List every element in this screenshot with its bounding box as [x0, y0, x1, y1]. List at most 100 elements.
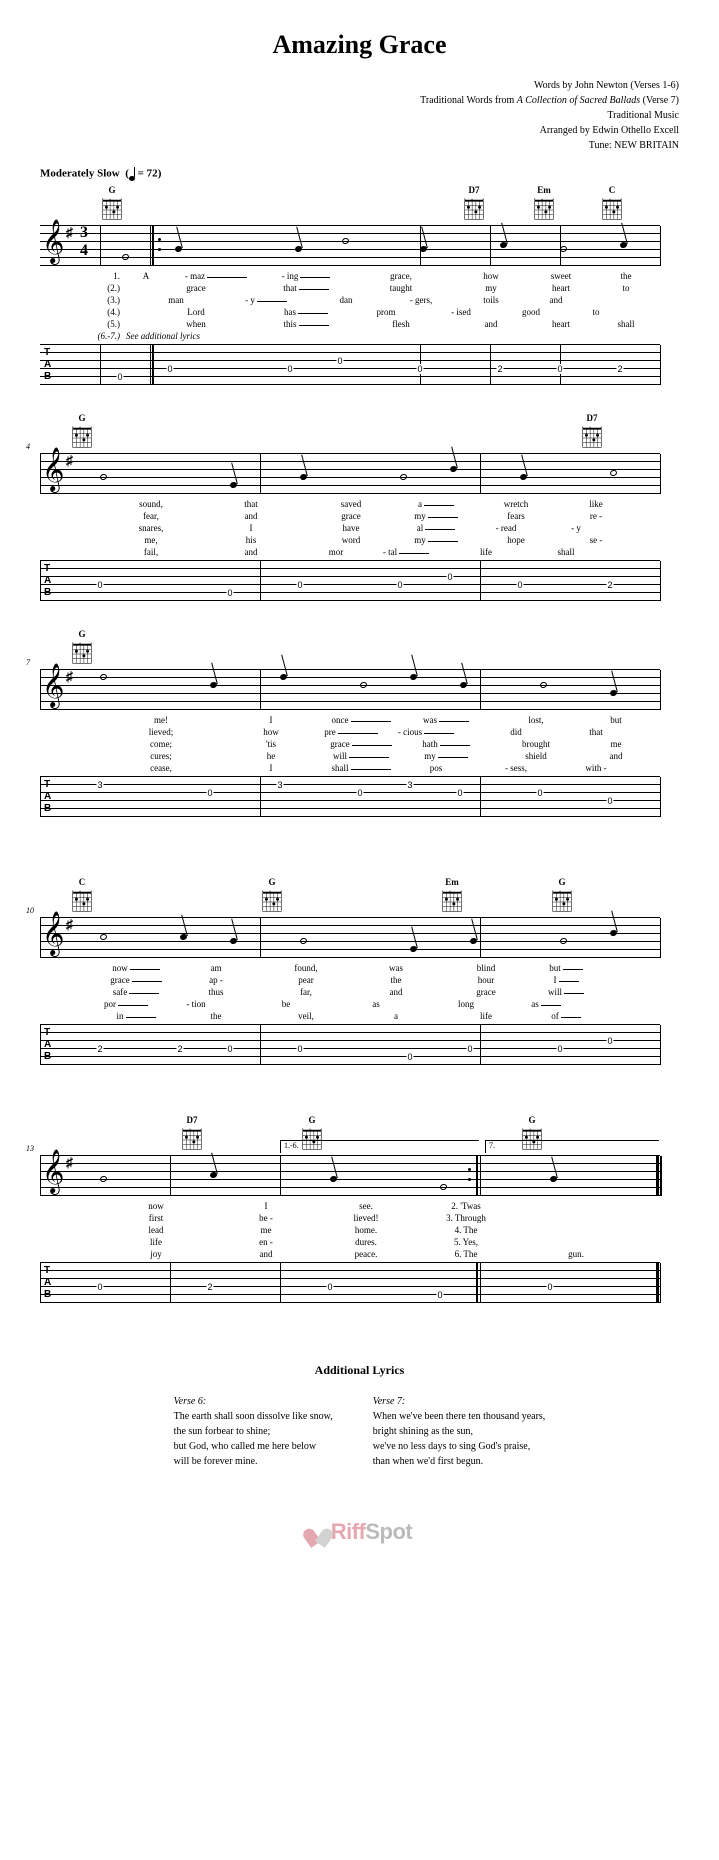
lyric-syllable: has	[266, 307, 346, 317]
note-head	[449, 465, 457, 473]
note-head	[469, 937, 477, 945]
note-head	[559, 937, 567, 945]
lyric-syllable: taught	[346, 283, 456, 293]
tab-fret-number: 2	[606, 580, 613, 590]
verse-7-block: Verse 7: When we've been there ten thous…	[373, 1394, 546, 1469]
lyric-syllable: my	[406, 511, 466, 521]
tab-fret-number: 0	[166, 364, 173, 374]
tab-clef-icon: TAB	[44, 779, 51, 815]
lyric-syllable: was	[406, 715, 486, 725]
lyric-syllable: me!	[96, 715, 226, 725]
lyric-syllable: fail,	[96, 547, 206, 557]
note-head	[209, 1171, 217, 1179]
chord-name: Em	[445, 877, 459, 887]
chord-name: D7	[469, 185, 480, 195]
chord-diagram: G	[260, 877, 284, 915]
lyric-syllable: sound,	[96, 499, 206, 509]
additional-lyrics: Additional Lyrics Verse 6: The earth sha…	[40, 1363, 679, 1469]
lyric-syllable: shall	[316, 763, 406, 773]
lyric-syllable: hath	[406, 739, 486, 749]
tab-staff: TAB30303000	[40, 776, 660, 817]
tab-clef-icon: TAB	[44, 347, 51, 383]
note-head	[99, 473, 107, 481]
notation-staff: 𝄞♯34	[40, 225, 660, 266]
note-head	[229, 937, 237, 945]
tab-fret-number: 2	[496, 364, 503, 374]
lyric-syllable: grace,	[346, 271, 456, 281]
tab-fret-number: 0	[606, 1036, 613, 1046]
chord-name: C	[609, 185, 616, 195]
lyric-syllable: of	[536, 1011, 596, 1021]
lyric-syllable: my	[456, 283, 526, 293]
lyric-syllable: to	[596, 283, 656, 293]
lyric-syllable: thus	[176, 987, 256, 997]
lyric-syllable: and	[456, 319, 526, 329]
tab-fret-number: 0	[336, 356, 343, 366]
note-head	[99, 933, 107, 941]
music-system: G7𝄞♯me!Ioncewaslost,butlieved;howpre- ci…	[40, 629, 679, 817]
note-head	[519, 473, 527, 481]
heart-icon	[307, 1523, 329, 1543]
lyric-syllable: how	[456, 271, 526, 281]
lyric-syllable: good	[496, 307, 566, 317]
note-head	[559, 245, 567, 253]
treble-clef-icon: 𝄞	[42, 914, 64, 954]
tab-staff: TAB22000000	[40, 1024, 660, 1065]
lyrics-block: nowIsee.2. 'Twasfirstbe -lieved!3. Throu…	[40, 1200, 660, 1260]
tab-fret-number: 2	[96, 1044, 103, 1054]
tab-fret-number: 0	[396, 580, 403, 590]
notation-staff: 10𝄞♯	[40, 917, 660, 958]
lyric-syllable: se -	[566, 535, 626, 545]
lyric-syllable: - y	[546, 523, 606, 533]
tab-fret-number: 0	[546, 1282, 553, 1292]
lyric-syllable: I	[226, 763, 316, 773]
tab-fret-number: 0	[356, 788, 363, 798]
tab-fret-number: 2	[616, 364, 623, 374]
lyric-syllable: that	[206, 499, 296, 509]
lyric-syllable: 3. Through	[416, 1213, 516, 1223]
lyric-syllable: dures.	[316, 1237, 416, 1247]
note-head	[409, 673, 417, 681]
chord-diagram: G	[100, 185, 124, 223]
lyric-syllable: re -	[566, 511, 626, 521]
key-signature: ♯	[66, 1156, 73, 1172]
lyric-syllable: lieved;	[96, 727, 226, 737]
lyric-syllable: - cious	[386, 727, 466, 737]
note-head	[294, 245, 302, 253]
credit-line: Traditional Words from A Collection of S…	[40, 93, 679, 108]
tab-fret-number: 0	[456, 788, 463, 798]
chord-name: C	[79, 877, 86, 887]
music-system: GD74𝄞♯sound,thatsavedawretchlikefear,and…	[40, 413, 679, 601]
chord-diagram: D7	[580, 413, 604, 451]
lyric-syllable: man	[126, 295, 226, 305]
lyric-syllable: - gers,	[386, 295, 456, 305]
chord-name: G	[528, 1115, 535, 1125]
lyric-syllable: first	[96, 1213, 216, 1223]
credit-line: Tune: NEW BRITAIN	[40, 138, 679, 153]
tab-fret-number: 0	[416, 364, 423, 374]
tab-fret-number: 0	[466, 1044, 473, 1054]
lyric-syllable: lost,	[486, 715, 586, 725]
tab-clef-icon: TAB	[44, 1027, 51, 1063]
additional-heading: Additional Lyrics	[40, 1363, 679, 1378]
tab-fret-number: 0	[556, 1044, 563, 1054]
lyric-syllable: my	[406, 535, 466, 545]
treble-clef-icon: 𝄞	[42, 666, 64, 706]
key-signature: ♯	[66, 670, 73, 686]
lyric-syllable: grace	[126, 283, 266, 293]
note-head	[499, 241, 507, 249]
note-head	[179, 933, 187, 941]
note-head	[609, 689, 617, 697]
song-title: Amazing Grace	[40, 30, 679, 60]
lyrics-block: me!Ioncewaslost,butlieved;howpre- ciousd…	[40, 714, 660, 774]
lyrics-block: sound,thatsavedawretchlikefear,andgracem…	[40, 498, 660, 558]
chord-name: Em	[537, 185, 551, 195]
see-additional-note: See additional lyrics	[126, 331, 200, 341]
lyric-syllable: joy	[96, 1249, 216, 1259]
note-head	[399, 473, 407, 481]
tab-fret-number: 0	[96, 1282, 103, 1292]
tab-fret-number: 0	[296, 1044, 303, 1054]
lyric-syllable: but	[586, 715, 646, 725]
credit-line: Traditional Music	[40, 108, 679, 123]
tempo-marking: Moderately Slow ( = 72)	[40, 167, 679, 181]
